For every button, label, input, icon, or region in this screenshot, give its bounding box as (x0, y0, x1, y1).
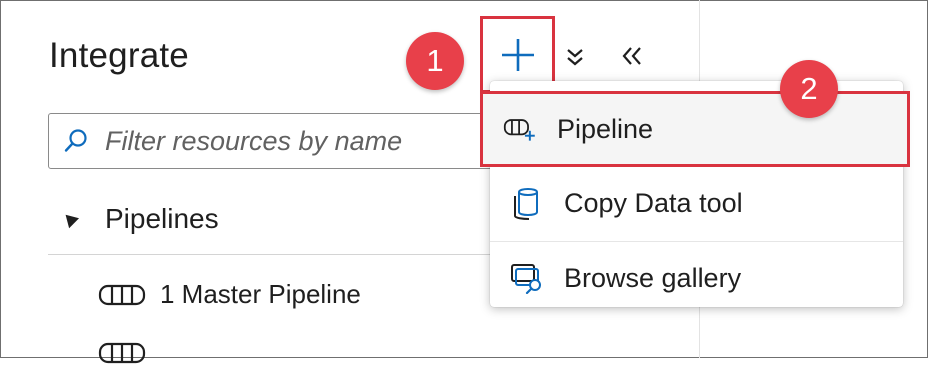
tree-item-label: 1 Master Pipeline (160, 279, 361, 309)
menu-item-label: Browse gallery (564, 262, 742, 293)
search-placeholder: Filter resources by name (105, 125, 403, 156)
pipeline-icon (98, 284, 146, 305)
pipeline-icon (98, 342, 146, 364)
menu-item-pipeline[interactable]: Pipeline (480, 91, 910, 167)
collapse-panel-icon (622, 47, 641, 65)
browse-gallery-icon (510, 262, 544, 294)
menu-item-label: Copy Data tool (564, 187, 743, 218)
step-badge-2: 2 (780, 60, 838, 118)
tree-divider (48, 254, 508, 255)
expand-all-button[interactable] (563, 44, 587, 70)
panel-title: Integrate (49, 36, 189, 75)
plus-icon (501, 38, 534, 71)
search-input[interactable]: Filter resources by name (48, 113, 518, 169)
tree-item-pipeline[interactable] (98, 340, 160, 366)
step-badge-1: 1 (406, 32, 464, 90)
tree-item-pipeline[interactable]: 1 Master Pipeline (98, 279, 361, 310)
tree-section-pipelines[interactable]: Pipelines (60, 203, 219, 235)
expand-all-icon (567, 49, 583, 66)
collapse-panel-button[interactable] (618, 42, 646, 70)
tree-section-label: Pipelines (105, 203, 219, 234)
menu-item-label: Pipeline (557, 113, 654, 144)
pipeline-add-icon (503, 115, 537, 143)
copy-data-icon (510, 186, 544, 220)
search-icon (63, 128, 89, 154)
new-resource-menu: Pipeline Copy Data tool Browse gallery (480, 81, 910, 307)
menu-item-browse-gallery[interactable]: Browse gallery (490, 241, 903, 314)
menu-item-copy-data-tool[interactable]: Copy Data tool (490, 167, 903, 239)
caret-down-icon (60, 209, 80, 229)
